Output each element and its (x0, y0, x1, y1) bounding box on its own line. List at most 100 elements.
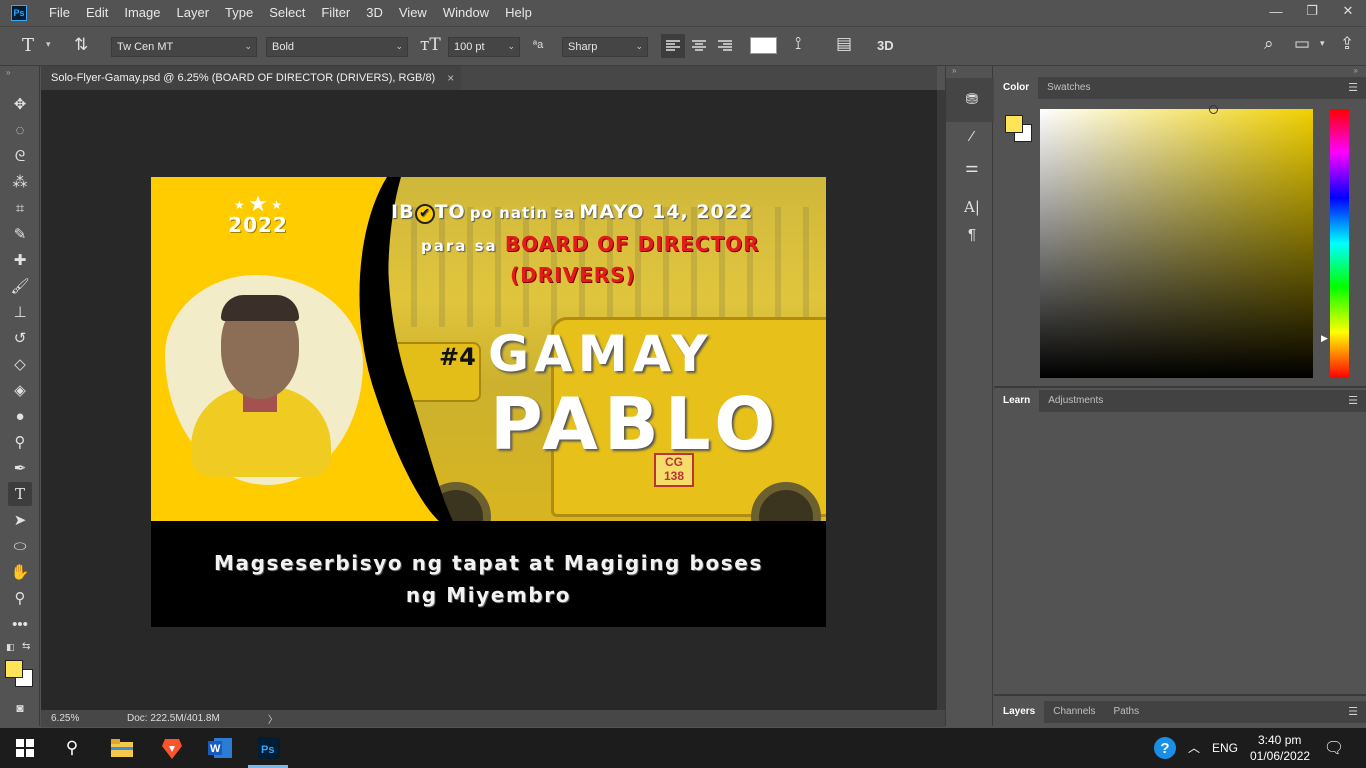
clock-time[interactable]: 3:40 pm (1258, 733, 1301, 747)
align-left-button[interactable] (661, 34, 685, 58)
restore-button[interactable]: ❐ (1294, 0, 1330, 22)
share-icon[interactable]: ⇪ (1340, 34, 1354, 54)
menu-3d[interactable]: 3D (358, 0, 391, 26)
pen-tool-icon[interactable]: ✒ (8, 456, 32, 480)
hand-tool-icon[interactable]: ✋ (8, 560, 32, 584)
tab-channels[interactable]: Channels (1044, 701, 1104, 723)
brush-settings-icon[interactable]: ⁄ (962, 128, 982, 145)
align-right-button[interactable] (713, 34, 737, 58)
tab-color[interactable]: Color (994, 77, 1039, 99)
character-icon[interactable]: A| (962, 198, 982, 216)
chevron-down-icon[interactable]: ▾ (46, 39, 51, 50)
paragraph-icon[interactable]: ¶ (962, 226, 982, 243)
menu-image[interactable]: Image (116, 0, 168, 26)
menu-help[interactable]: Help (497, 0, 540, 26)
chevron-down-icon[interactable]: ▾ (1320, 38, 1325, 49)
crop-tool-icon[interactable]: ⌗ (8, 196, 32, 220)
libraries-button[interactable]: ⛃ (946, 78, 994, 122)
type-tool-icon[interactable]: T (8, 482, 32, 506)
ellipse-tool-icon[interactable]: ⬭ (8, 534, 32, 558)
menu-filter[interactable]: Filter (313, 0, 358, 26)
panel-menu-icon[interactable]: ☰ (1348, 705, 1358, 718)
clone-stamp-tool-icon[interactable]: ⊥ (8, 300, 32, 324)
status-menu-arrow[interactable]: 〉 (268, 711, 278, 726)
move-tool-icon[interactable]: ✥ (8, 92, 32, 116)
zoom-tool-icon[interactable]: ⚲ (8, 586, 32, 610)
workspace-icon[interactable]: ▭ (1294, 34, 1310, 54)
warp-text-icon[interactable]: ⟟ (795, 34, 801, 54)
tab-swatches[interactable]: Swatches (1038, 77, 1099, 99)
swap-colors-icon[interactable]: ⇆ (22, 641, 30, 652)
foreground-color-swatch[interactable] (5, 660, 23, 678)
menu-window[interactable]: Window (435, 0, 497, 26)
healing-brush-tool-icon[interactable]: ✚ (8, 248, 32, 272)
align-center-button[interactable] (687, 34, 711, 58)
menu-select[interactable]: Select (261, 0, 313, 26)
panel-foreground-color[interactable] (1005, 115, 1023, 133)
photoshop-taskbar-icon[interactable]: Ps (257, 736, 281, 760)
paint-bucket-tool-icon[interactable]: ◈ (8, 378, 32, 402)
3d-button[interactable]: 3D (877, 38, 894, 53)
menu-file[interactable]: File (41, 0, 78, 26)
notifications-icon[interactable]: 🗨 (1322, 736, 1346, 760)
character-panel-icon[interactable]: ▤ (836, 34, 852, 54)
candidate-first-name: GAMAY (488, 325, 713, 383)
zoom-level[interactable]: 6.25% (41, 713, 89, 724)
tab-paths[interactable]: Paths (1105, 701, 1149, 723)
hue-slider[interactable] (1330, 109, 1349, 378)
collapse-icon[interactable]: » (6, 68, 10, 77)
quick-mask-icon[interactable]: ◙ (8, 696, 32, 720)
dodge-tool-icon[interactable]: ⚲ (8, 430, 32, 454)
path-selection-tool-icon[interactable]: ➤ (8, 508, 32, 532)
menu-edit[interactable]: Edit (78, 0, 116, 26)
type-tool-preset-icon[interactable]: T (22, 35, 34, 56)
minimize-button[interactable]: — (1258, 0, 1294, 22)
close-icon[interactable]: × (447, 71, 454, 85)
hue-slider-handle[interactable]: ▶ (1321, 333, 1328, 344)
brave-browser-icon[interactable] (160, 736, 184, 760)
eraser-tool-icon[interactable]: ◇ (8, 352, 32, 376)
vertical-scrollbar[interactable] (937, 90, 945, 710)
search-icon[interactable]: ⌕ (1264, 34, 1274, 54)
close-button[interactable]: ✕ (1330, 0, 1366, 22)
quick-selection-tool-icon[interactable]: ⁂ (8, 170, 32, 194)
input-language[interactable]: ENG (1212, 741, 1238, 755)
start-button[interactable] (13, 736, 37, 760)
toggle-text-orientation-icon[interactable]: ⇅ (74, 35, 88, 55)
antialias-select[interactable]: Sharp ⌄ (562, 37, 648, 57)
font-family-select[interactable]: Tw Cen MT ⌄ (111, 37, 257, 57)
photoshop-logo-icon[interactable]: Ps (11, 5, 27, 21)
lasso-tool-icon[interactable]: ᘓ (8, 144, 32, 168)
tab-layers[interactable]: Layers (994, 701, 1045, 723)
color-picker-cursor[interactable] (1209, 105, 1218, 114)
document-tab[interactable]: Solo-Flyer-Gamay.psd @ 6.25% (BOARD OF D… (41, 66, 461, 90)
search-icon[interactable]: ⚲ (60, 736, 84, 760)
menu-view[interactable]: View (391, 0, 435, 26)
panel-menu-icon[interactable]: ☰ (1348, 81, 1358, 94)
color-picker-field[interactable] (1040, 109, 1313, 378)
menu-layer[interactable]: Layer (169, 0, 218, 26)
word-icon[interactable]: W (208, 736, 232, 760)
tray-expand-icon[interactable]: ︿ (1188, 739, 1200, 756)
marquee-tool-icon[interactable]: ◌ (8, 118, 32, 142)
tab-adjustments[interactable]: Adjustments (1039, 390, 1112, 412)
brush-tool-icon[interactable]: 🖌 (8, 274, 32, 298)
clock-date[interactable]: 01/06/2022 (1250, 749, 1310, 763)
eyedropper-tool-icon[interactable]: ✎ (8, 222, 32, 246)
collapse-icon[interactable]: » (952, 66, 956, 75)
default-colors-icon[interactable]: ◧ (6, 642, 15, 653)
properties-icon[interactable]: ⚌ (962, 158, 982, 176)
flyer-artwork[interactable]: CG 138 ★ ★ ★ 2022 IB ✔ TO po natin sa MAYO… (151, 177, 826, 627)
more-tools-icon[interactable]: ••• (8, 612, 32, 636)
panel-menu-icon[interactable]: ☰ (1348, 394, 1358, 407)
collapse-icon[interactable]: » (1354, 66, 1358, 75)
tab-learn[interactable]: Learn (994, 390, 1040, 412)
text-color-swatch[interactable] (750, 37, 777, 54)
font-size-select[interactable]: 100 pt ⌄ (448, 37, 520, 57)
font-style-select[interactable]: Bold ⌄ (266, 37, 408, 57)
history-brush-tool-icon[interactable]: ↺ (8, 326, 32, 350)
file-explorer-icon[interactable] (110, 736, 134, 760)
menu-type[interactable]: Type (217, 0, 261, 26)
blur-tool-icon[interactable]: ● (8, 404, 32, 428)
help-icon[interactable]: ? (1154, 737, 1176, 759)
